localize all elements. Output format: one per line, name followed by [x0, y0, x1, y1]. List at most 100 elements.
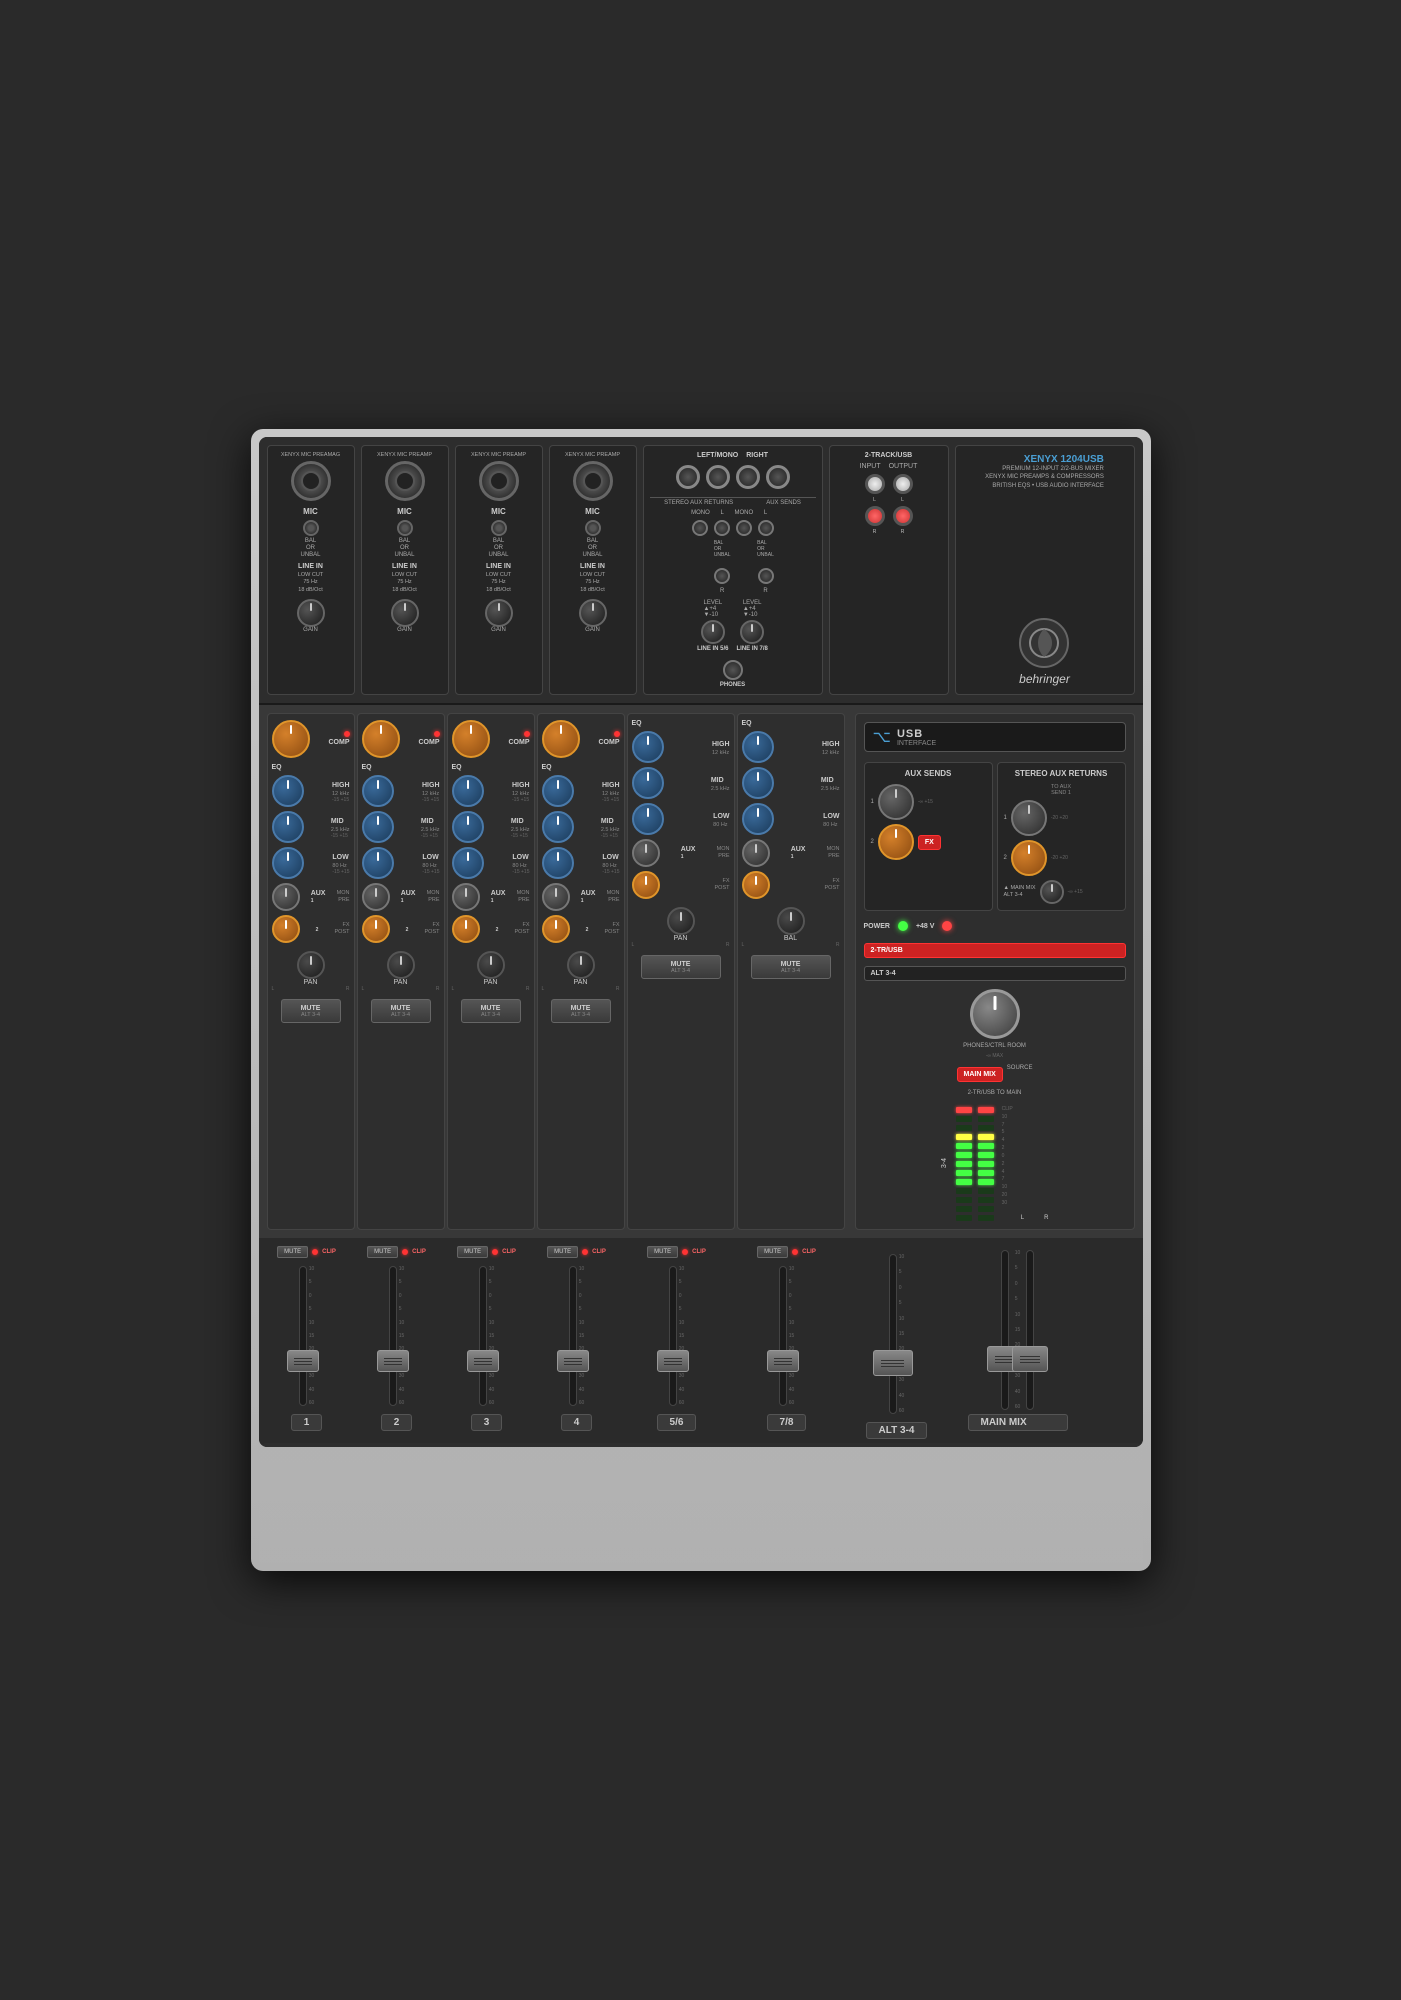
pan-knob-3[interactable] [477, 951, 505, 979]
eq-low-knob-1[interactable] [272, 847, 304, 879]
eq-high-knob-3[interactable] [452, 775, 484, 807]
aux-send-r-jack[interactable] [758, 568, 774, 584]
aux1-knob-3[interactable] [452, 883, 480, 911]
fader-track-2[interactable] [389, 1266, 397, 1406]
rca-output-right[interactable] [893, 506, 913, 526]
gain-knob-3[interactable] [485, 599, 513, 627]
pan-knob-1[interactable] [297, 951, 325, 979]
mute-button-1[interactable]: MUTE ALT 3-4 [281, 999, 341, 1023]
phones-jack[interactable] [723, 660, 743, 680]
main-fader-handle-r[interactable] [1012, 1346, 1048, 1372]
main-fader-track-r[interactable] [1026, 1250, 1034, 1410]
pan-knob-4[interactable] [567, 951, 595, 979]
mute-btn-56[interactable]: MUTE [647, 1246, 678, 1258]
gain-knob-4[interactable] [579, 599, 607, 627]
aux-send-knob-1[interactable] [878, 784, 914, 820]
phones-ctrl-knob[interactable] [970, 989, 1020, 1039]
aux1-knob-2[interactable] [362, 883, 390, 911]
aux1-knob-78[interactable] [742, 839, 770, 867]
fx-button[interactable]: FX [918, 835, 941, 850]
ts-jack-4[interactable] [585, 520, 601, 536]
aux1-knob-1[interactable] [272, 883, 300, 911]
eq-mid-knob-4[interactable] [542, 811, 574, 843]
eq-high-knob-2[interactable] [362, 775, 394, 807]
mute-btn-3[interactable]: MUTE [457, 1246, 488, 1258]
eq-high-knob-78[interactable] [742, 731, 774, 763]
alt-out-jack[interactable] [766, 465, 790, 489]
eq-high-knob-4[interactable] [542, 775, 574, 807]
mute-btn-1[interactable]: MUTE [277, 1246, 308, 1258]
mute-button-3[interactable]: MUTEALT 3-4 [461, 999, 521, 1023]
aux2-knob-78[interactable] [742, 871, 770, 899]
level-knob-78[interactable] [740, 620, 764, 644]
aux1-knob-4[interactable] [542, 883, 570, 911]
main-out-right-jack[interactable] [706, 465, 730, 489]
xlr-connector-3[interactable] [479, 461, 519, 501]
fader-track-56[interactable] [669, 1266, 677, 1406]
fader-track-78[interactable] [779, 1266, 787, 1406]
aux-return-mono-jack[interactable] [692, 520, 708, 536]
xlr-connector-4[interactable] [573, 461, 613, 501]
comp-knob-1[interactable] [272, 720, 310, 758]
aux2-knob-1[interactable] [272, 915, 300, 943]
ts-jack-2[interactable] [397, 520, 413, 536]
rca-input-left[interactable] [865, 474, 885, 494]
eq-low-knob-4[interactable] [542, 847, 574, 879]
comp-knob-3[interactable] [452, 720, 490, 758]
eq-low-knob-2[interactable] [362, 847, 394, 879]
gain-knob-2[interactable] [391, 599, 419, 627]
comp-knob-4[interactable] [542, 720, 580, 758]
rca-input-right[interactable] [865, 506, 885, 526]
gain-knob-1[interactable] [297, 599, 325, 627]
pan-knob-56[interactable] [667, 907, 695, 935]
comp-knob-2[interactable] [362, 720, 400, 758]
main-out-left-jack[interactable] [676, 465, 700, 489]
bal-knob-78[interactable] [777, 907, 805, 935]
fader-handle-2[interactable] [377, 1350, 409, 1372]
aux2-knob-2[interactable] [362, 915, 390, 943]
aux2-knob-56[interactable] [632, 871, 660, 899]
aux-send-l-jack[interactable] [758, 520, 774, 536]
aux-return-l-jack[interactable] [714, 520, 730, 536]
eq-high-knob-56[interactable] [632, 731, 664, 763]
sar-knob-1[interactable] [1011, 800, 1047, 836]
eq-mid-knob-56[interactable] [632, 767, 664, 799]
xlr-connector-2[interactable] [385, 461, 425, 501]
eq-mid-knob-78[interactable] [742, 767, 774, 799]
sar-knob-2[interactable] [1011, 840, 1047, 876]
mute-btn-2[interactable]: MUTE [367, 1246, 398, 1258]
eq-mid-knob-2[interactable] [362, 811, 394, 843]
xlr-connector-1[interactable] [291, 461, 331, 501]
ts-jack-3[interactable] [491, 520, 507, 536]
mute-btn-4[interactable]: MUTE [547, 1246, 578, 1258]
fader-handle-78[interactable] [767, 1350, 799, 1372]
fader-handle-56[interactable] [657, 1350, 689, 1372]
fader-track-3[interactable] [479, 1266, 487, 1406]
eq-low-knob-78[interactable] [742, 803, 774, 835]
pan-knob-2[interactable] [387, 951, 415, 979]
mute-button-78[interactable]: MUTEALT 3-4 [751, 955, 831, 979]
eq-mid-knob-1[interactable] [272, 811, 304, 843]
fader-track-4[interactable] [569, 1266, 577, 1406]
eq-mid-knob-3[interactable] [452, 811, 484, 843]
level-knob-56[interactable] [701, 620, 725, 644]
aux-send-knob-2[interactable] [878, 824, 914, 860]
fader-track-alt34[interactable] [889, 1254, 897, 1414]
eq-high-knob-1[interactable] [272, 775, 304, 807]
aux-return-r-jack[interactable] [714, 568, 730, 584]
main-mix-button[interactable]: MAIN MIX [957, 1067, 1003, 1082]
aux1-knob-56[interactable] [632, 839, 660, 867]
eq-low-knob-3[interactable] [452, 847, 484, 879]
fader-handle-3[interactable] [467, 1350, 499, 1372]
alt34-button[interactable]: ALT 3-4 [864, 966, 1126, 981]
eq-low-knob-56[interactable] [632, 803, 664, 835]
fader-handle-1[interactable] [287, 1350, 319, 1372]
aux-send-mono-jack[interactable] [736, 520, 752, 536]
aux2-knob-3[interactable] [452, 915, 480, 943]
rca-output-left[interactable] [893, 474, 913, 494]
fader-track-1[interactable] [299, 1266, 307, 1406]
mute-button-56[interactable]: MUTEALT 3-4 [641, 955, 721, 979]
fader-handle-alt34[interactable] [873, 1350, 913, 1376]
fader-handle-4[interactable] [557, 1350, 589, 1372]
mute-btn-78[interactable]: MUTE [757, 1246, 788, 1258]
